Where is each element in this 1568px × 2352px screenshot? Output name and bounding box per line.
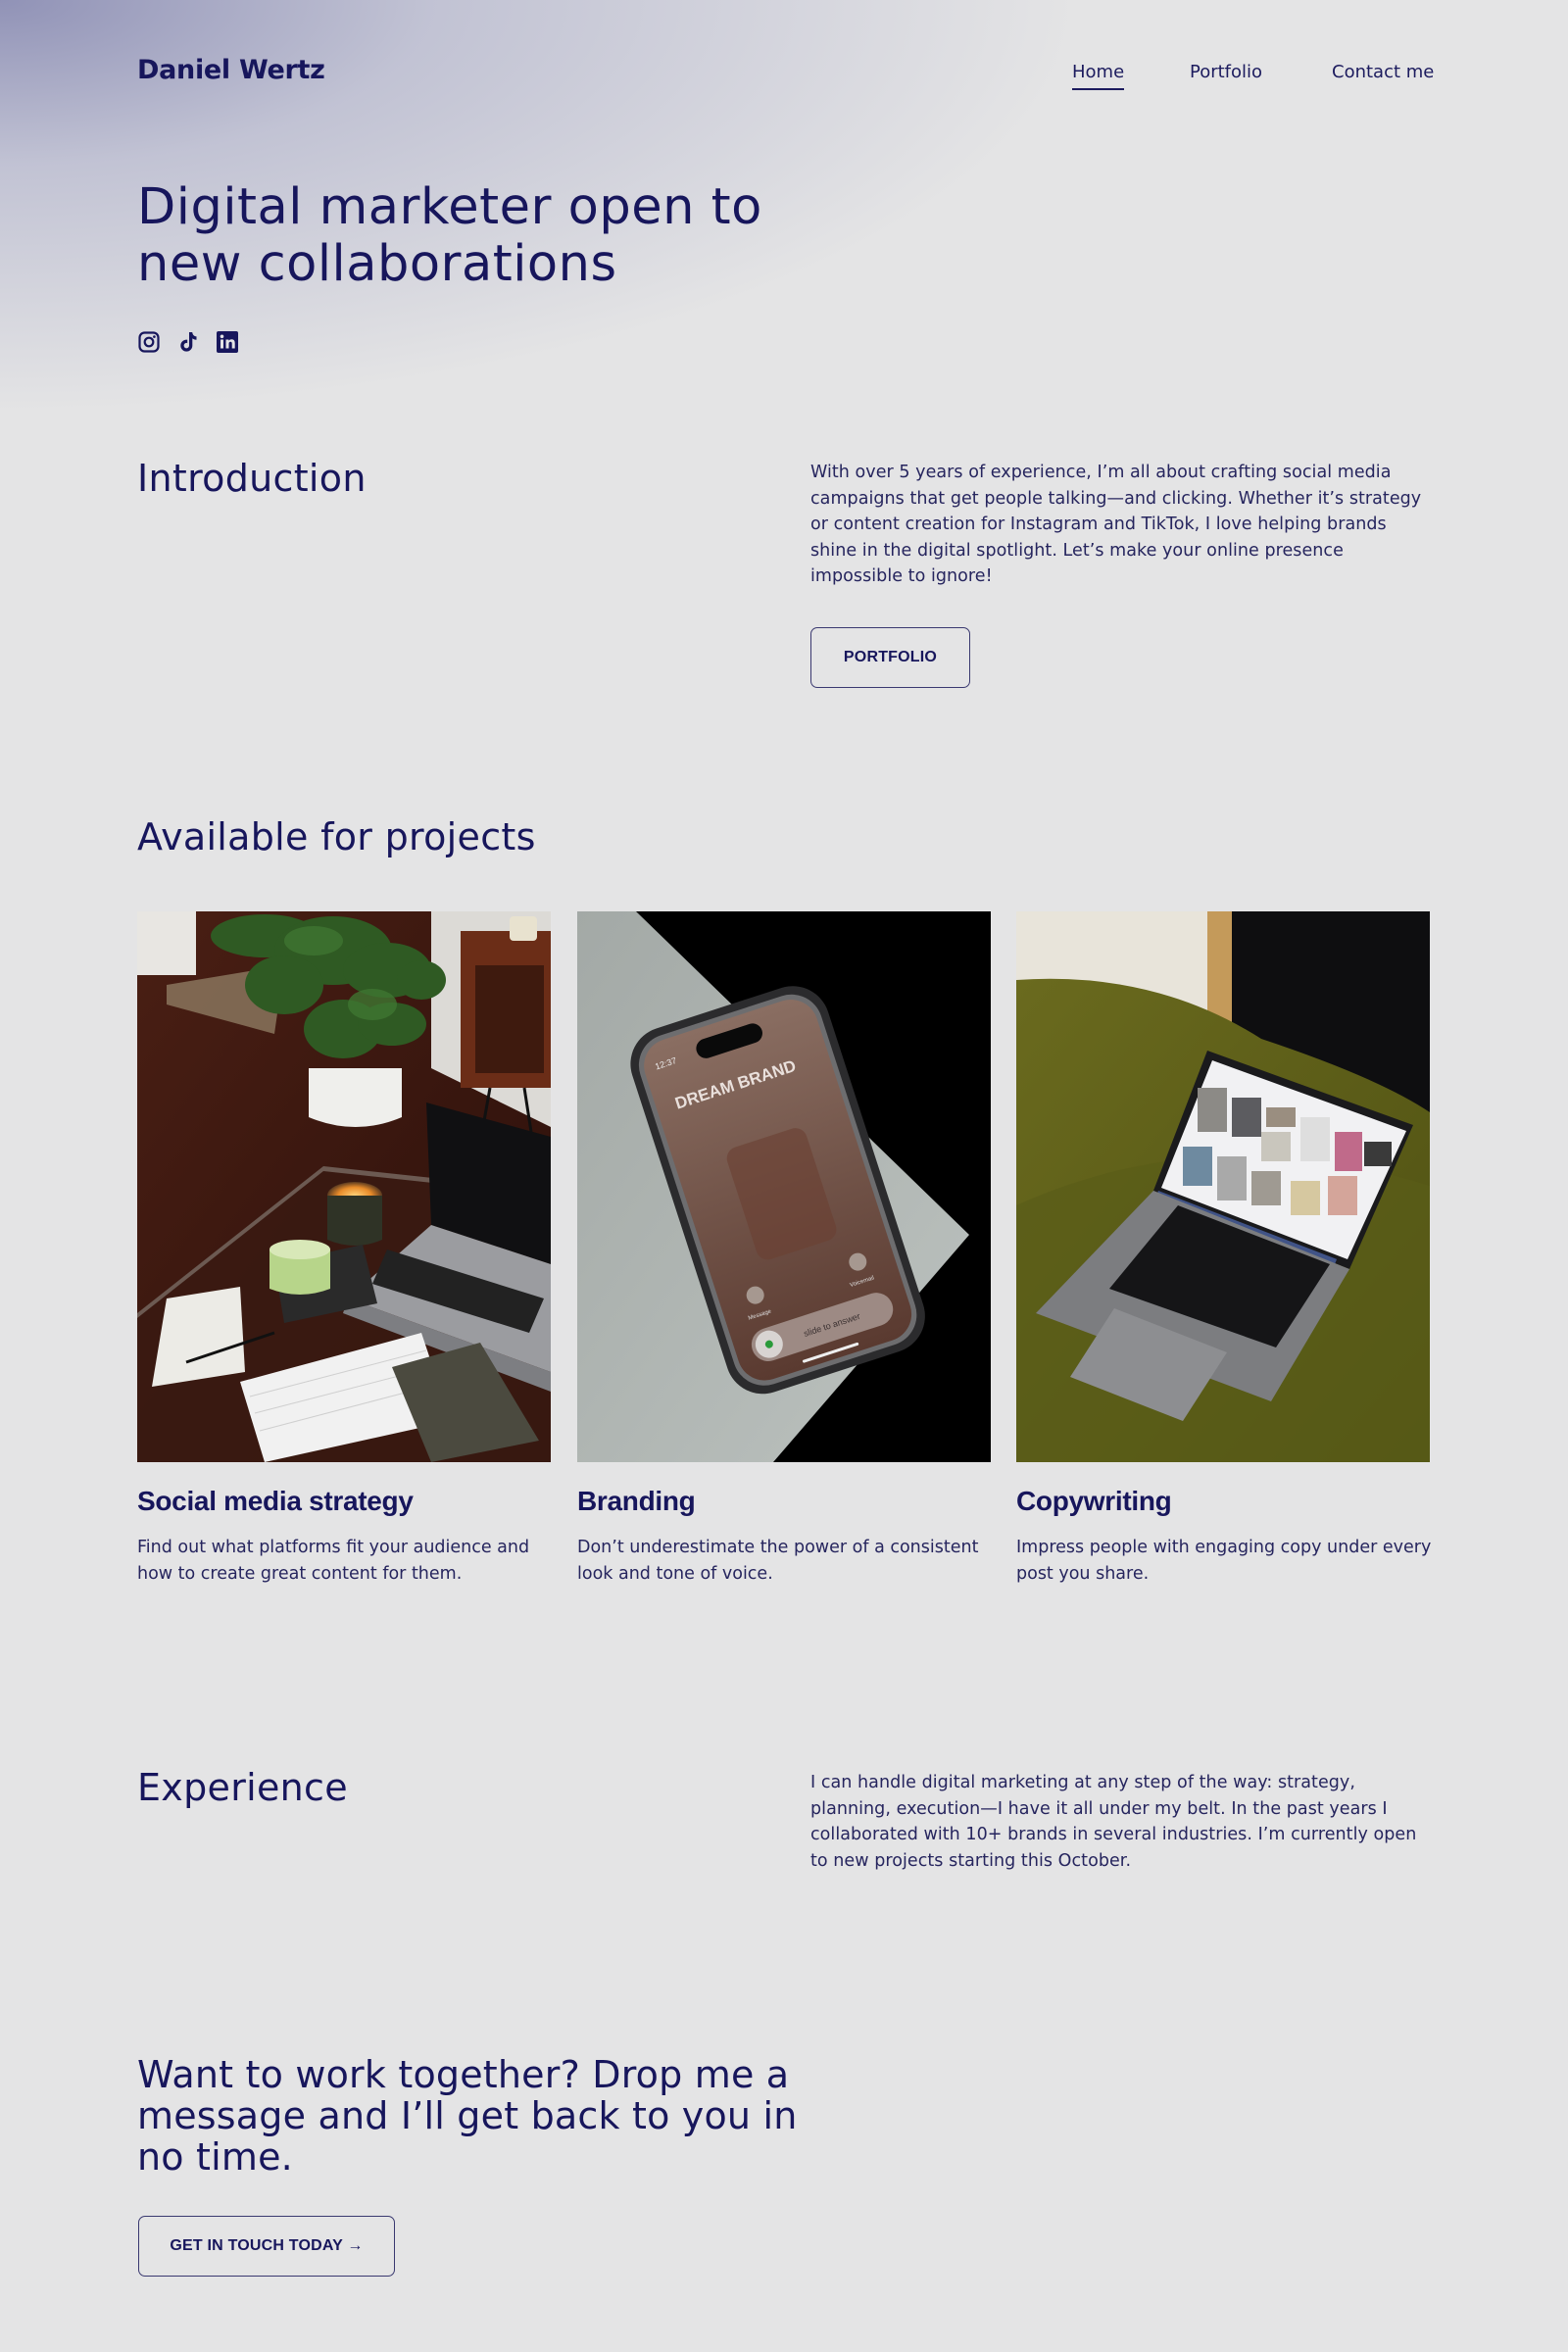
hero-title: Digital marketer open to new collaborati… [137, 178, 762, 293]
branding-image: 12:37 DREAM BRAND Message Voicemail slid… [577, 911, 991, 1462]
nav-contact[interactable]: Contact me [1332, 62, 1434, 82]
nav-home[interactable]: Home [1072, 62, 1125, 90]
portfolio-button[interactable]: PORTFOLIO [810, 627, 970, 688]
instagram-icon[interactable] [137, 330, 161, 354]
site-logo[interactable]: Daniel Wertz [137, 55, 325, 85]
card-description-social-media-strategy: Find out what platforms fit your audienc… [137, 1538, 530, 1584]
introduction-heading: Introduction [137, 457, 367, 500]
introduction-text: With over 5 years of experience, I’m all… [810, 463, 1422, 587]
copywriting-image [1016, 911, 1430, 1462]
card-title-branding[interactable]: Branding [577, 1486, 696, 1517]
card-description-branding: Don’t underestimate the power of a consi… [577, 1538, 979, 1584]
projects-heading: Available for projects [137, 815, 536, 858]
tiktok-icon[interactable] [176, 330, 200, 354]
nav-portfolio[interactable]: Portfolio [1190, 62, 1262, 82]
cta-heading: Want to work together? Drop me a message… [137, 2053, 798, 2179]
social-media-strategy-image [137, 911, 551, 1462]
card-title-social-media-strategy[interactable]: Social media strategy [137, 1486, 414, 1517]
experience-heading: Experience [137, 1766, 348, 1809]
linkedin-icon[interactable] [216, 330, 239, 354]
card-description-copywriting: Impress people with engaging copy under … [1016, 1538, 1432, 1584]
experience-text: I can handle digital marketing at any st… [810, 1773, 1417, 1871]
card-title-copywriting[interactable]: Copywriting [1016, 1486, 1172, 1517]
social-links [137, 330, 239, 354]
get-in-touch-button[interactable]: GET IN TOUCH TODAY → [138, 2216, 395, 2277]
